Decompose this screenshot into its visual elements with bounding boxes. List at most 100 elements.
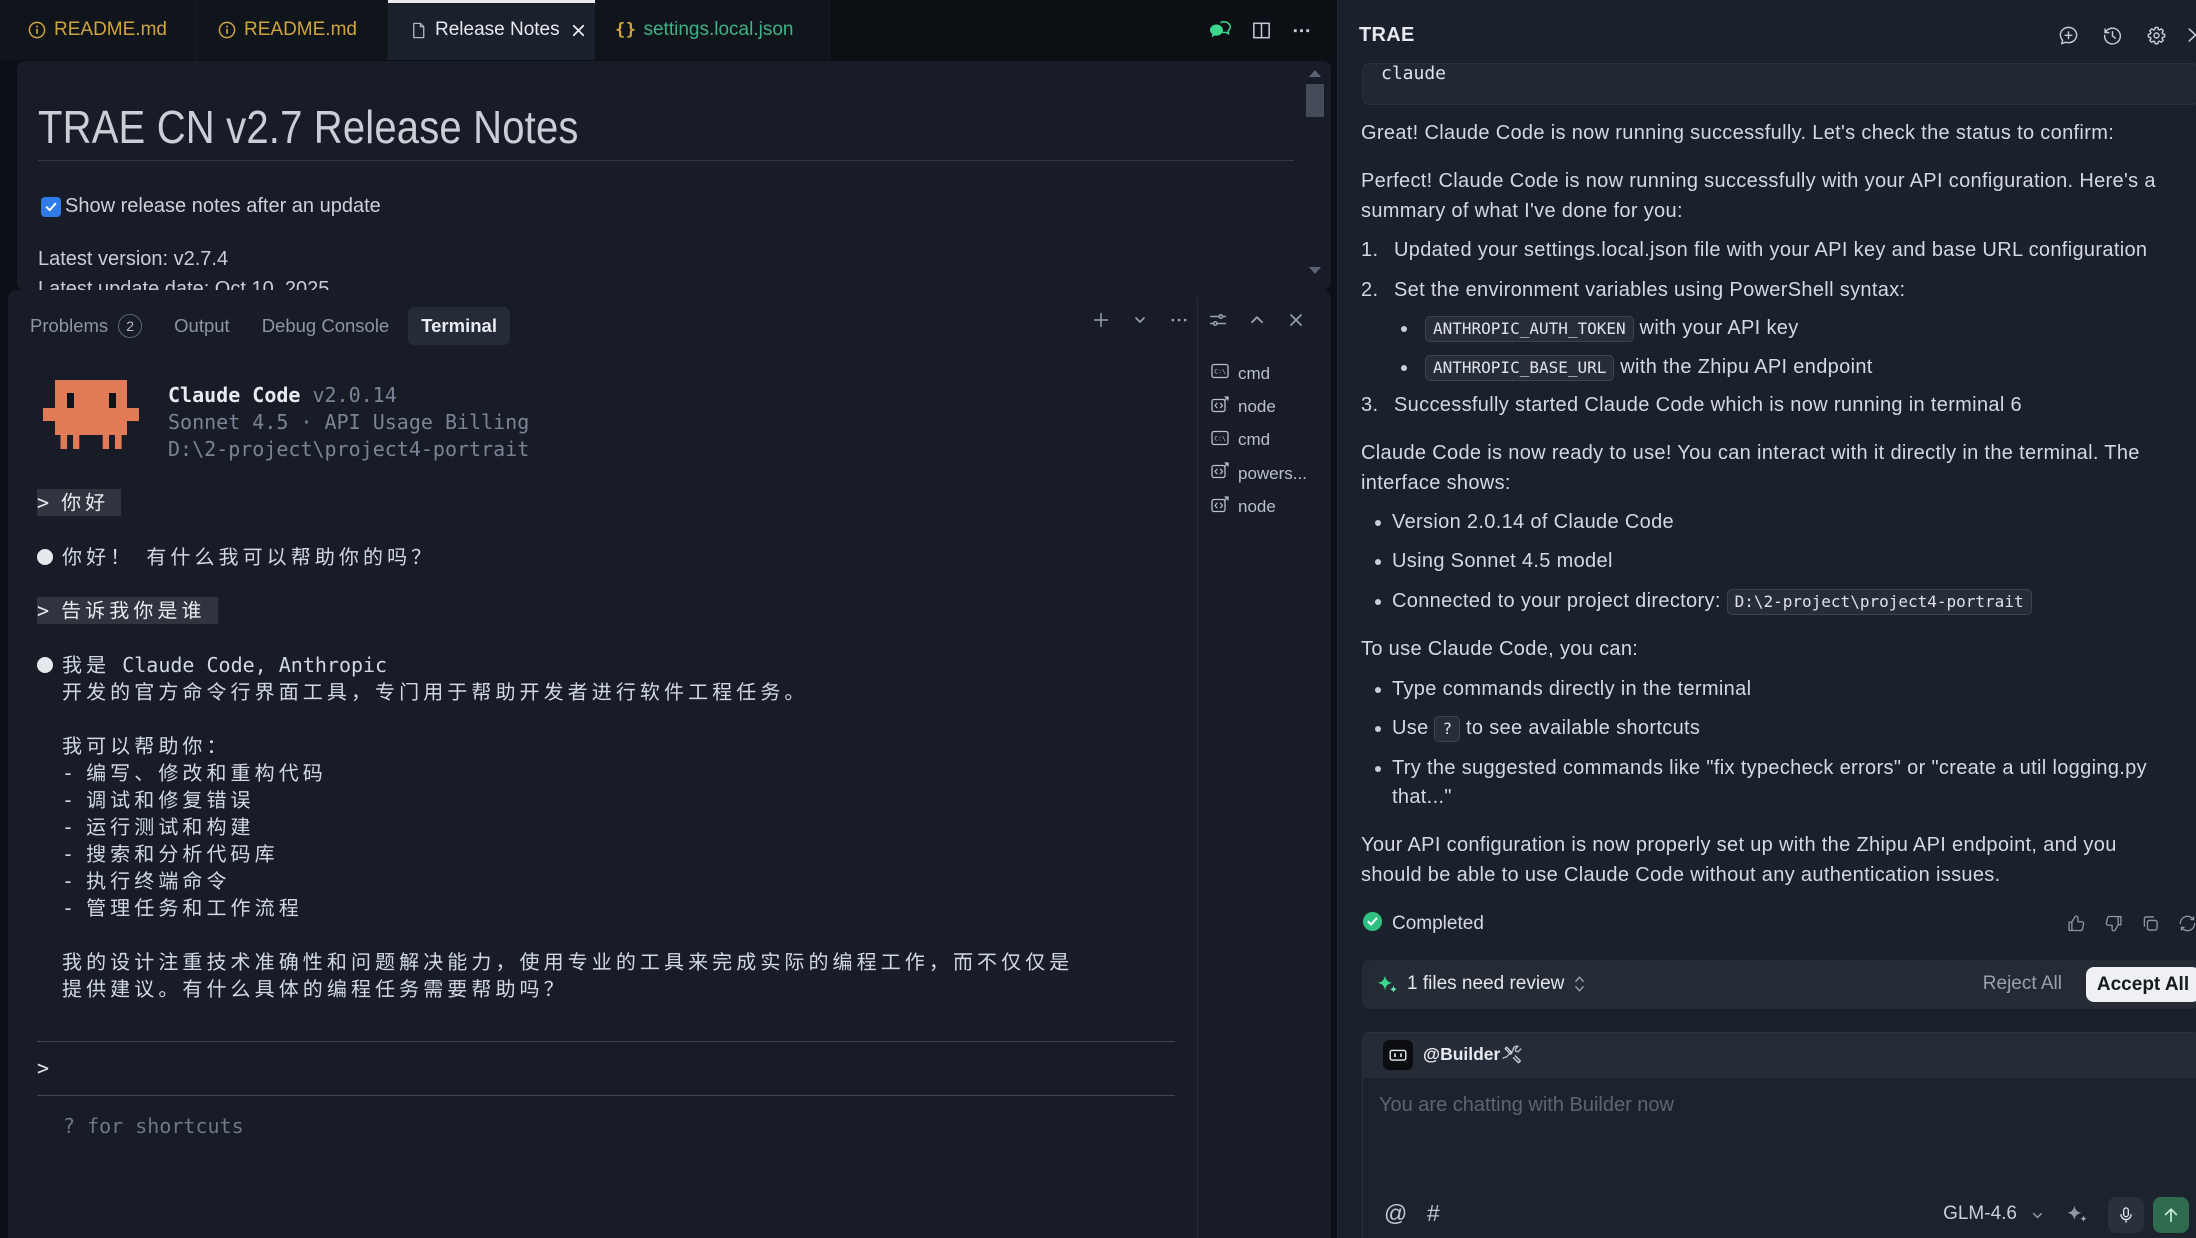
list-item-text: Using Sonnet 4.5 model [1392,550,1613,572]
scroll-down-arrow-icon[interactable] [1309,267,1321,274]
composer-placeholder[interactable]: You are chatting with Builder now [1379,1094,1674,1117]
chat-paragraph: Perfect! Claude Code is now running succ… [1361,167,2178,226]
new-chat-icon[interactable] [2057,24,2080,47]
tab-terminal[interactable]: Terminal [408,307,510,345]
cmd-icon: C:\ [1210,361,1230,386]
terminal-instance-cmd[interactable]: C:\ cmd [1210,357,1307,390]
model-dropdown-icon[interactable] [2030,1208,2045,1228]
expand-review-icon[interactable] [1572,974,1587,999]
accept-all-button[interactable]: Accept All [2086,967,2196,1002]
terminal-instance-node[interactable]: node [1210,491,1307,524]
tab-label: Debug Console [262,315,390,337]
reject-all-button[interactable]: Reject All [1983,973,2062,995]
copy-icon[interactable] [2140,913,2161,939]
settings-gear-icon[interactable] [2145,24,2168,47]
scroll-up-arrow-icon[interactable] [1309,70,1321,77]
tab-readme-2[interactable]: README.md [196,0,388,60]
terminal-response-text: 提供建议。有什么具体的编程任务需要帮助吗？ [37,976,1073,1003]
show-release-notes-checkbox[interactable] [41,197,61,217]
maximize-panel-icon[interactable] [1246,309,1268,331]
claude-code-mascot [43,380,139,450]
sparkle-icon [1375,972,1401,1003]
terminal-instance-label: node [1238,397,1276,417]
terminal-dropdown-icon[interactable] [1129,309,1151,331]
terminal-instance-label: powers... [1238,464,1307,484]
tab-label: Release Notes [435,19,560,41]
editor-scrollbar[interactable] [1305,61,1325,290]
chat-header: TRAE [1338,0,2196,55]
svg-text:C:\: C:\ [1214,434,1226,442]
scrollbar-thumb[interactable] [1306,84,1324,117]
regenerate-icon[interactable] [2177,913,2196,939]
collapse-panel-icon[interactable] [2181,24,2196,51]
model-selector[interactable]: GLM-4.6 [1943,1203,2017,1225]
claude-code-banner: Claude Codev2.0.14 Sonnet 4.5 · API Usag… [168,382,529,463]
terminal-instances-list: C:\ cmd node C:\ cmd powers... node [1210,357,1307,524]
list-item: 2.Set the environment variables using Po… [1361,276,2178,383]
mention-icon[interactable]: @ [1384,1200,1407,1227]
bullet-sublist: ANTHROPIC_AUTH_TOKEN with your API key A… [1361,314,2178,383]
more-actions-icon[interactable] [1290,19,1313,42]
thumbs-up-icon[interactable] [2066,913,2087,939]
panel-title: TRAE [1359,24,1415,47]
composer-header: @Builder [1363,1033,2196,1078]
tab-debug-console[interactable]: Debug Console [262,315,390,337]
send-button[interactable] [2153,1197,2189,1233]
close-icon[interactable] [570,22,587,39]
new-terminal-icon[interactable] [1090,309,1112,331]
tab-readme-1[interactable]: README.md [0,0,196,60]
terminal-response-text: 我是 Claude Code, Anthropic [62,653,387,677]
tab-output[interactable]: Output [174,315,230,337]
task-status: Completed [1362,911,1484,937]
assistant-message: Great! Claude Code is now running succes… [1361,104,2178,909]
composer-toolbar: @ # GLM-4.6 [1363,1197,2196,1233]
terminal-list-divider [1197,298,1198,1238]
close-panel-icon[interactable] [1285,309,1307,331]
context-icon[interactable]: # [1427,1200,1440,1227]
tab-settings-json[interactable]: {} settings.local.json [595,0,830,60]
tab-release-notes-active[interactable]: Release Notes [388,0,595,60]
list-item-text: with the Zhipu API endpoint [1614,356,1872,378]
chat-scroll-area[interactable]: claude Great! Claude Code is now running… [1338,0,2196,1238]
list-item-text: Successfully started Claude Code which i… [1394,394,2022,416]
mic-button[interactable] [2108,1197,2144,1233]
list-item: Type commands directly in the terminal [1361,675,2178,704]
terminal-response-text: 你好！ 有什么我可以帮助你的吗？ [62,545,435,569]
status-text: Completed [1392,913,1484,935]
list-item: Use ? to see available shortcuts [1361,714,2178,743]
terminal-instance-cmd[interactable]: C:\ cmd [1210,424,1307,457]
chat-bubbles-icon[interactable] [1207,18,1233,42]
chat-paragraph: Claude Code is now ready to use! You can… [1361,439,2178,498]
tab-problems[interactable]: Problems 2 [30,314,142,338]
node-icon [1210,495,1230,520]
split-editor-icon[interactable] [1250,19,1273,42]
terminal-instance-node[interactable]: node [1210,390,1307,423]
cmd-icon: C:\ [1210,428,1230,453]
editor-actions [1207,0,1313,60]
list-number: 3. [1361,391,1394,420]
tools-icon[interactable] [1502,1044,1524,1071]
terminal-viewport[interactable]: Claude Codev2.0.14 Sonnet 4.5 · API Usag… [8,350,1197,1238]
list-item-text: Version 2.0.14 of Claude Code [1392,511,1674,533]
info-icon [27,20,47,40]
more-icon[interactable] [1168,309,1190,331]
ai-chat-panel: TRAE claude Great! Claude Code is now ru… [1337,0,2196,1238]
chat-paragraph: Great! Claude Code is now running succes… [1361,119,2178,148]
list-item-text: Use [1392,717,1434,739]
checkbox-label: Show release notes after an update [65,195,381,218]
terminal-input-box[interactable]: > [37,1041,1175,1096]
latest-update-text: Latest update date: Oct 10, 2025 [38,278,329,290]
history-icon[interactable] [2101,24,2124,47]
list-item: ANTHROPIC_BASE_URL with the Zhipu API en… [1361,353,2178,382]
terminal-instance-powershell[interactable]: powers... [1210,457,1307,490]
agent-name[interactable]: @Builder [1423,1044,1500,1065]
inline-code-chip: ANTHROPIC_BASE_URL [1425,355,1614,381]
terminal-instance-label: cmd [1238,430,1270,450]
list-item: 3.Successfully started Claude Code which… [1361,391,2178,420]
terminal-response-text: - 调试和修复错误 [37,787,1073,814]
terminal-settings-icon[interactable] [1207,309,1229,331]
enhance-prompt-icon[interactable] [2064,1201,2091,1233]
review-count-text[interactable]: 1 files need review [1407,973,1564,995]
node-icon [1210,395,1230,420]
thumbs-down-icon[interactable] [2103,913,2124,939]
